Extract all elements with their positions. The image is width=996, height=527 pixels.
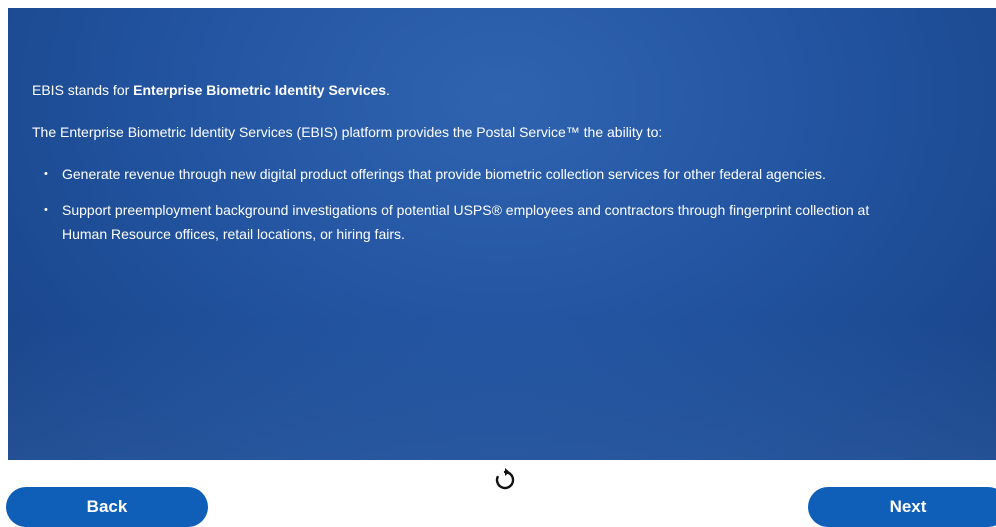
bullet-text: Generate revenue through new digital pro… — [62, 166, 826, 182]
slide-content: EBIS stands for Enterprise Biometric Ide… — [32, 78, 892, 258]
lead-paragraph: The Enterprise Biometric Identity Servic… — [32, 124, 663, 140]
intro-prefix: EBIS stands for — [32, 82, 134, 98]
back-button[interactable]: Back — [6, 487, 208, 527]
intro-paragraph: EBIS stands for Enterprise Biometric Ide… — [32, 78, 892, 102]
replay-icon[interactable] — [492, 467, 518, 493]
bullet-list: • Generate revenue through new digital p… — [32, 162, 892, 246]
bullet-marker: • — [44, 204, 48, 216]
list-item: • Generate revenue through new digital p… — [32, 162, 892, 186]
content-slide: EBIS stands for Enterprise Biometric Ide… — [8, 8, 996, 460]
list-item: • Support preemployment background inves… — [32, 198, 892, 246]
bullet-text: Support preemployment background investi… — [62, 202, 870, 242]
intro-bold-term: Enterprise Biometric Identity Services — [133, 82, 387, 98]
intro-suffix: . — [386, 82, 390, 98]
next-button[interactable]: Next — [808, 487, 996, 527]
bullet-marker: • — [44, 168, 48, 180]
